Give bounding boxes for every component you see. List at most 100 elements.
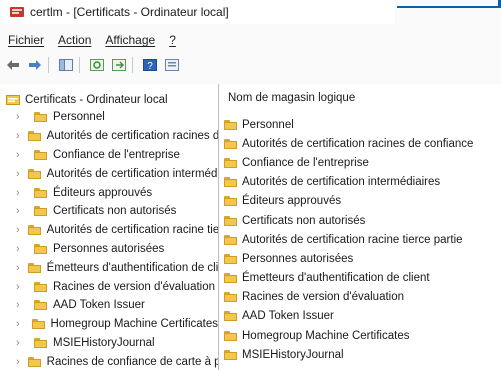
list-item[interactable]: Autorités de certification intermédiaire… (224, 173, 473, 192)
list-item-label: AAD Token Issuer (242, 310, 334, 323)
chevron-right-icon[interactable]: › (16, 337, 26, 349)
list-item[interactable]: Certificats non autorisés (224, 211, 473, 230)
folder-icon (224, 253, 237, 264)
chevron-right-icon[interactable]: › (16, 299, 26, 311)
list-item[interactable]: Émetteurs d'authentification de client (224, 269, 473, 288)
refresh-icon (90, 59, 104, 71)
tree-item[interactable]: › Autorités de certification intermédiair… (0, 164, 218, 183)
export-list-button[interactable] (110, 57, 128, 73)
back-arrow-icon (7, 60, 19, 70)
tree-item-label: Confiance de l'entreprise (53, 148, 180, 161)
folder-icon (27, 356, 41, 367)
folder-icon (224, 349, 237, 360)
folder-icon (224, 196, 237, 207)
folder-icon (224, 234, 237, 245)
list-item-label: Confiance de l'entreprise (242, 156, 369, 169)
tree-item-label: Racines de version d'évaluation (53, 280, 216, 293)
certificates-store-icon (6, 95, 20, 105)
menu-help[interactable]: ? (169, 33, 176, 47)
chevron-right-icon[interactable]: › (16, 318, 24, 330)
back-button[interactable] (4, 57, 22, 73)
tree-item[interactable]: › Éditeurs approuvés (0, 183, 218, 202)
tree-item[interactable]: › MSIEHistoryJournal (0, 334, 218, 353)
chevron-right-icon[interactable]: › (16, 356, 20, 368)
list-item[interactable]: Racines de version d'évaluation (224, 288, 473, 307)
tree-item[interactable]: › Racines de confiance de carte à puce (0, 352, 218, 370)
chevron-right-icon[interactable]: › (16, 205, 26, 217)
list-item[interactable]: Éditeurs approuvés (224, 192, 473, 211)
chevron-right-icon[interactable]: › (16, 111, 26, 123)
tree-item[interactable]: › Autorités de certification racine tierc… (0, 221, 218, 240)
folder-icon (27, 262, 41, 273)
show-hide-tree-icon (59, 59, 73, 71)
chevron-right-icon[interactable]: › (16, 187, 26, 199)
help-button[interactable]: ? (141, 57, 159, 73)
list-pane: Nom de magasin logique Personnel Autorité… (220, 84, 501, 370)
list-item-label: Personnel (242, 118, 294, 131)
menu-bar: Fichier Action Affichage ? (0, 30, 182, 50)
tree-item[interactable]: › Personnel (0, 108, 218, 127)
list-item-label: Homegroup Machine Certificates (242, 329, 410, 342)
list-item[interactable]: Homegroup Machine Certificates (224, 326, 473, 345)
folder-icon (34, 300, 47, 311)
tree-root[interactable]: Certificats - Ordinateur local (6, 92, 168, 108)
tree-list: › Personnel › Autorités de certification ra… (0, 108, 218, 370)
folder-icon (224, 119, 237, 130)
tree-item[interactable]: › AAD Token Issuer (0, 296, 218, 315)
help-icon: ? (143, 59, 157, 71)
list-item[interactable]: MSIEHistoryJournal (224, 345, 473, 364)
tree-item-label: Racines de confiance de carte à puce (46, 355, 218, 368)
list-item[interactable]: Personnel (224, 115, 473, 134)
folder-icon (224, 157, 237, 168)
chevron-right-icon[interactable]: › (16, 224, 20, 236)
accent-bar (397, 0, 501, 12)
properties-button[interactable] (163, 57, 181, 73)
tree-item-label: MSIEHistoryJournal (53, 336, 155, 349)
list-item[interactable]: Confiance de l'entreprise (224, 153, 473, 172)
list-item-label: Autorités de certification racine tierce… (242, 233, 463, 246)
chevron-right-icon[interactable]: › (16, 243, 26, 255)
tree-item-label: Autorités de certification intermédiaire… (46, 167, 218, 180)
chevron-right-icon[interactable]: › (16, 149, 26, 161)
tree-item-label: Personnel (53, 111, 105, 124)
tree-item[interactable]: › Personnes autorisées (0, 240, 218, 259)
menu-fichier[interactable]: Fichier (8, 33, 44, 47)
folder-icon (224, 215, 237, 226)
folder-icon (224, 311, 237, 322)
folder-icon (224, 330, 237, 341)
tree-item[interactable]: › Émetteurs d'authentification de client (0, 258, 218, 277)
tree-item[interactable]: › Autorités de certification racines de c… (0, 127, 218, 146)
chevron-right-icon[interactable]: › (16, 262, 20, 274)
folder-icon (34, 206, 47, 217)
tree-item[interactable]: › Racines de version d'évaluation (0, 277, 218, 296)
tree-item[interactable]: › Confiance de l'entreprise (0, 146, 218, 165)
list-item[interactable]: Autorités de certification racine tierce… (224, 230, 473, 249)
column-header[interactable]: Nom de magasin logique (228, 92, 355, 104)
store-list: Personnel Autorités de certification raci… (224, 115, 473, 364)
forward-button[interactable] (26, 57, 44, 73)
tree-item-label: Éditeurs approuvés (53, 186, 153, 199)
toolbar: ? (0, 54, 181, 76)
chevron-right-icon[interactable]: › (16, 168, 20, 180)
chevron-right-icon[interactable]: › (16, 281, 26, 293)
chevron-right-icon[interactable]: › (16, 130, 20, 142)
list-item-label: Autorités de certification racines de co… (242, 137, 474, 150)
tree-item[interactable]: › Certificats non autorisés (0, 202, 218, 221)
menu-action[interactable]: Action (58, 33, 91, 47)
tree-item-label: Autorités de certification racine tierce… (46, 224, 219, 237)
list-item-label: Éditeurs approuvés (242, 195, 342, 208)
list-item[interactable]: Personnes autorisées (224, 249, 473, 268)
folder-icon (224, 138, 237, 149)
menu-affichage[interactable]: Affichage (105, 33, 155, 47)
export-list-icon (112, 59, 126, 71)
properties-icon (165, 59, 179, 71)
tree-item-label: AAD Token Issuer (53, 299, 145, 312)
show-hide-tree-button[interactable] (57, 57, 75, 73)
tree-item[interactable]: › Homegroup Machine Certificates (0, 315, 218, 334)
folder-icon (224, 292, 237, 303)
refresh-button[interactable] (88, 57, 106, 73)
title-bar: certlm - [Certificats - Ordinateur local… (0, 0, 395, 24)
list-item[interactable]: Autorités de certification racines de co… (224, 134, 473, 153)
folder-icon (31, 319, 45, 330)
list-item[interactable]: AAD Token Issuer (224, 307, 473, 326)
